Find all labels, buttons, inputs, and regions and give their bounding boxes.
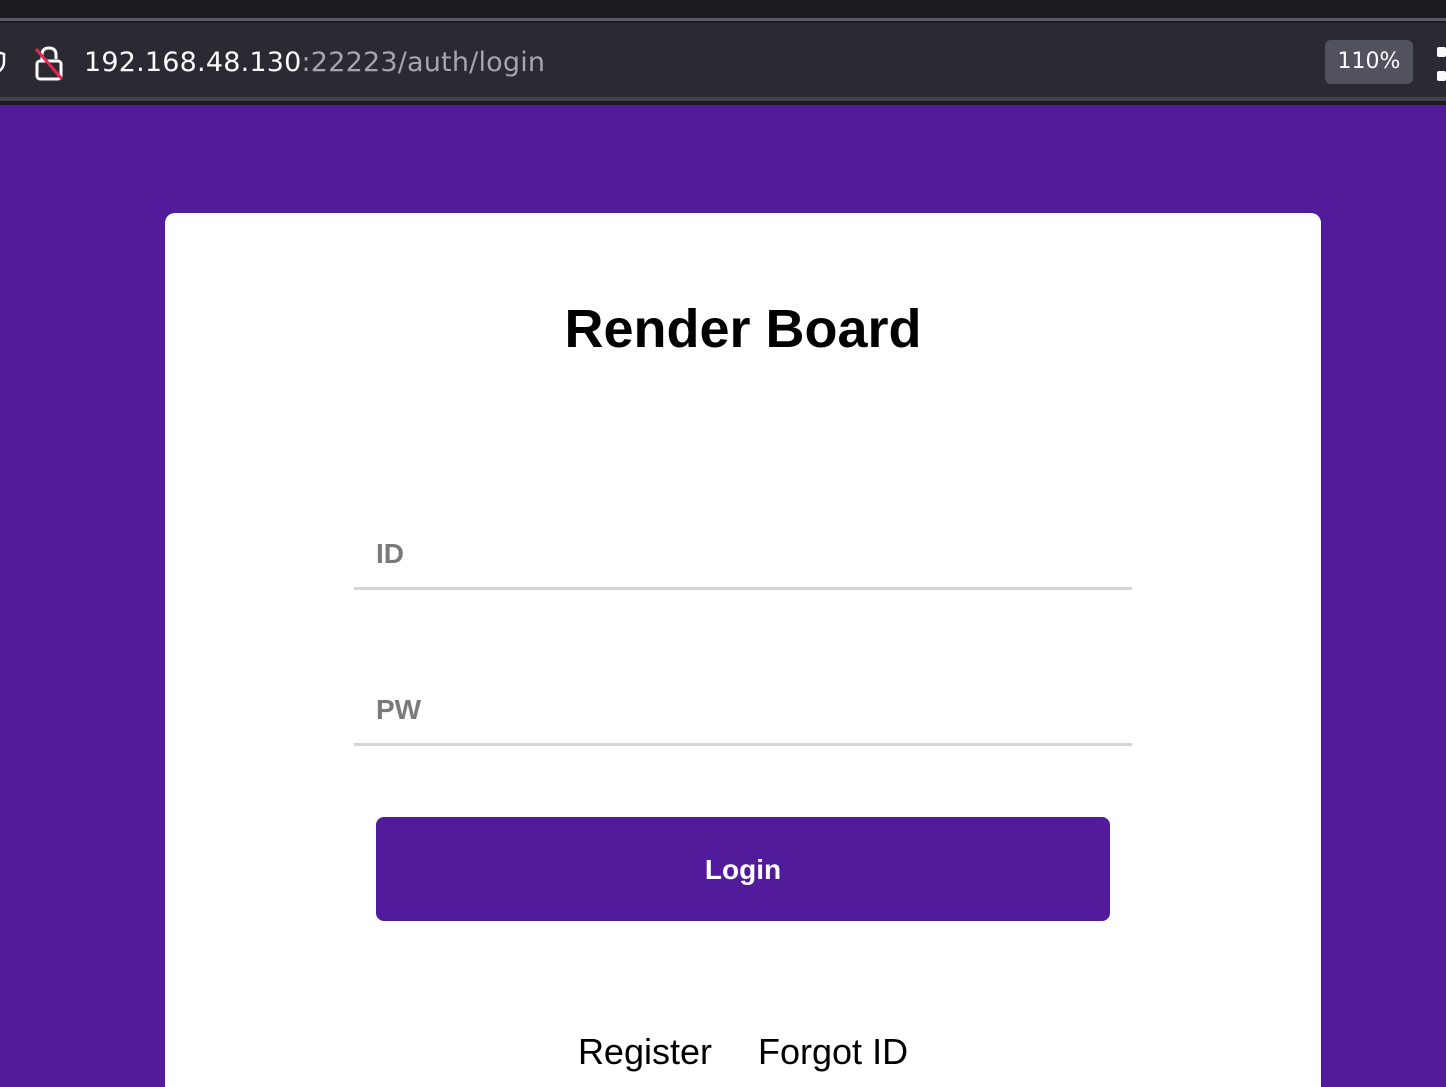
register-link[interactable]: Register (578, 1031, 712, 1072)
id-input[interactable] (354, 520, 1132, 587)
forgot-id-link[interactable]: Forgot ID (758, 1031, 908, 1072)
login-card: Render Board Login Register Forgot ID (165, 213, 1321, 1087)
browser-tab-strip (0, 0, 1446, 21)
url-text[interactable]: 192.168.48.130:22223/auth/login (84, 43, 545, 83)
url-host: 192.168.48.130 (84, 47, 302, 78)
pw-field[interactable] (354, 676, 1132, 746)
insecure-lock-icon[interactable] (32, 45, 66, 81)
page-title: Render Board (564, 299, 922, 359)
login-button[interactable]: Login (376, 817, 1110, 921)
browser-address-bar[interactable]: 192.168.48.130:22223/auth/login 110% (0, 21, 1446, 105)
id-field[interactable] (354, 520, 1132, 590)
shield-icon[interactable] (0, 49, 6, 75)
zoom-level-button[interactable]: 110% (1325, 40, 1413, 84)
address-bar-edge (0, 101, 1446, 105)
menu-icon[interactable] (1437, 47, 1446, 81)
password-input[interactable] (354, 676, 1132, 743)
url-path: :22223/auth/login (301, 47, 546, 78)
auth-links: Register Forgot ID (165, 1028, 1321, 1076)
